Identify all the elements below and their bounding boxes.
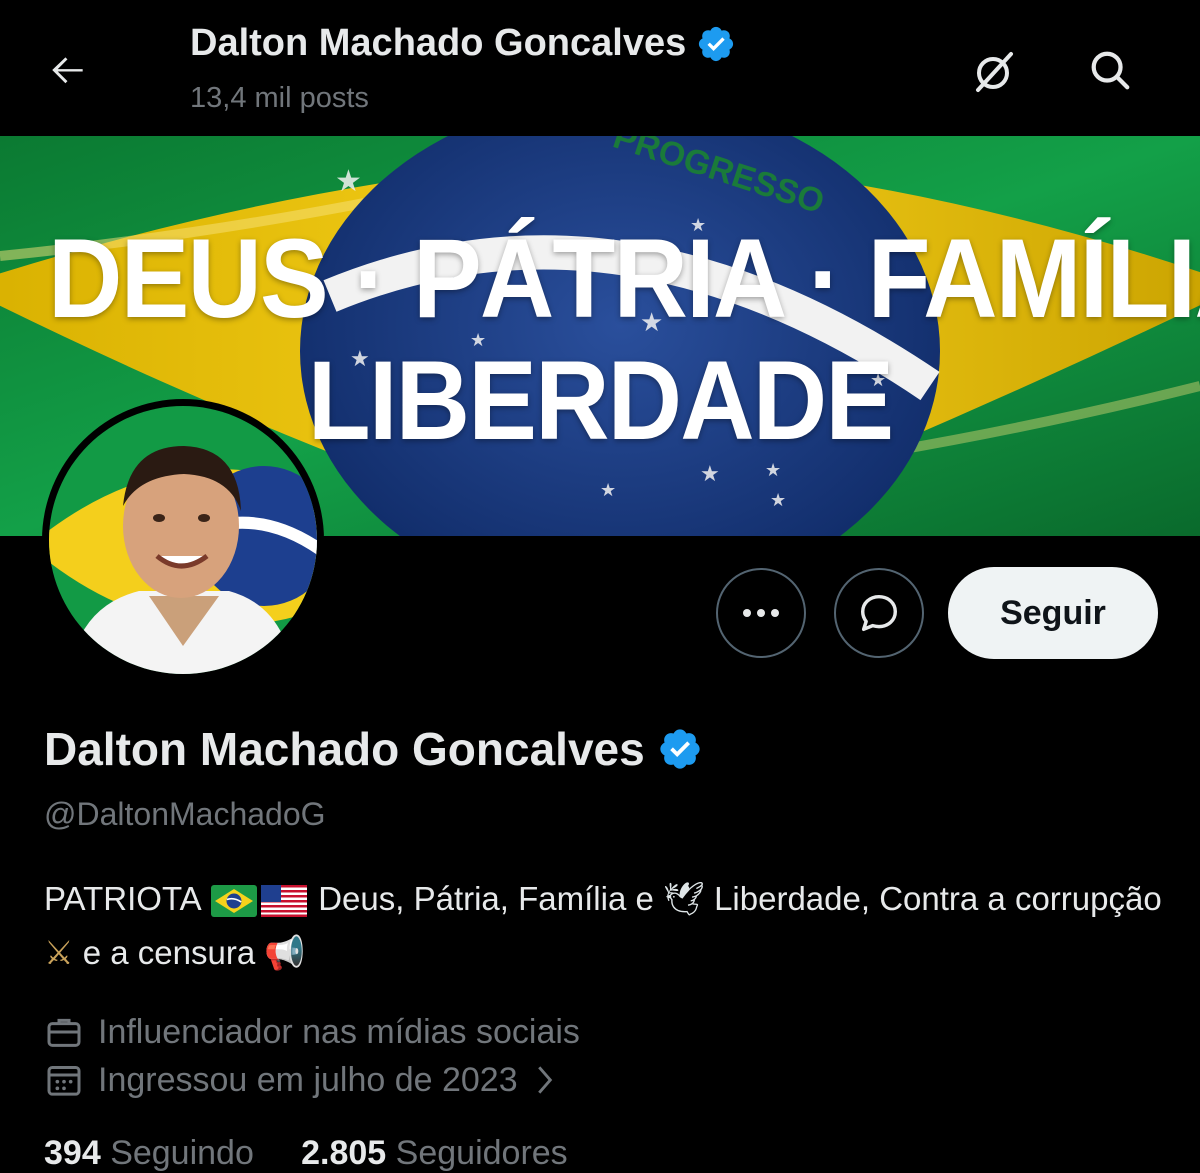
header-title: Dalton Machado Goncalves xyxy=(190,22,736,65)
message-button[interactable] xyxy=(834,568,924,658)
header-title-text: Dalton Machado Goncalves xyxy=(190,22,687,64)
megaphone-icon: 📢 xyxy=(264,934,306,971)
banner-line-1: DEUS · PÁTRIA · FAMÍLIA xyxy=(48,216,1200,341)
message-icon xyxy=(860,594,898,632)
svg-text:★: ★ xyxy=(600,480,616,500)
followers-label: Seguidores xyxy=(395,1134,568,1172)
profile-category: Influenciador nas mídias sociais xyxy=(44,1012,580,1052)
profile-name: Dalton Machado Goncalves xyxy=(44,722,703,776)
svg-text:★: ★ xyxy=(335,165,362,198)
verified-badge-icon[interactable] xyxy=(657,726,703,772)
arrow-left-icon xyxy=(52,57,83,84)
followers-count: 2.805 xyxy=(301,1134,387,1172)
more-dots-icon xyxy=(743,609,779,617)
profile-category-text: Influenciador nas mídias sociais xyxy=(98,1012,580,1051)
crossed-swords-icon: ⚔ xyxy=(44,934,74,971)
bio-text-2: Deus, Pátria, Família e xyxy=(318,880,654,917)
grok-button[interactable] xyxy=(966,44,1022,100)
join-date[interactable]: Ingressou em julho de 2023 xyxy=(44,1060,556,1100)
bio-text-4: e a censura xyxy=(82,934,256,971)
more-options-button[interactable] xyxy=(716,568,806,658)
profile-handle: @DaltonMachadoG xyxy=(44,796,326,832)
followers-link[interactable]: 2.805 Seguidores xyxy=(301,1134,568,1172)
bio-text-1: PATRIOTA xyxy=(44,880,200,917)
top-bar: Dalton Machado Goncalves 13,4 mil posts xyxy=(0,0,1200,136)
briefcase-icon xyxy=(47,1018,81,1047)
grok-icon xyxy=(976,52,1013,92)
verified-badge-icon xyxy=(699,26,734,61)
dove-icon: 🕊 xyxy=(663,880,705,917)
search-icon xyxy=(1091,51,1130,90)
bio-text-3: Liberdade, Contra a corrupção xyxy=(714,880,1162,917)
avatar-image xyxy=(49,406,317,674)
back-button[interactable] xyxy=(40,42,96,98)
join-date-text: Ingressou em julho de 2023 xyxy=(98,1060,518,1099)
avatar[interactable] xyxy=(42,399,324,681)
following-label: Seguindo xyxy=(110,1134,254,1172)
profile-name-text: Dalton Machado Goncalves xyxy=(44,723,645,775)
following-count: 394 xyxy=(44,1134,101,1172)
chevron-right-icon xyxy=(537,1066,552,1094)
usa-flag-icon xyxy=(261,885,308,918)
calendar-icon xyxy=(47,1066,81,1096)
search-button[interactable] xyxy=(1082,42,1138,98)
follow-button[interactable]: Seguir xyxy=(948,567,1158,659)
posts-count: 13,4 mil posts xyxy=(190,82,369,114)
svg-text:★: ★ xyxy=(770,490,786,510)
profile-bio: PATRIOTA Deus, Pátria, Família e 🕊 Liber… xyxy=(44,872,1174,980)
following-link[interactable]: 394 Seguindo xyxy=(44,1134,263,1172)
brazil-flag-icon xyxy=(211,885,258,918)
